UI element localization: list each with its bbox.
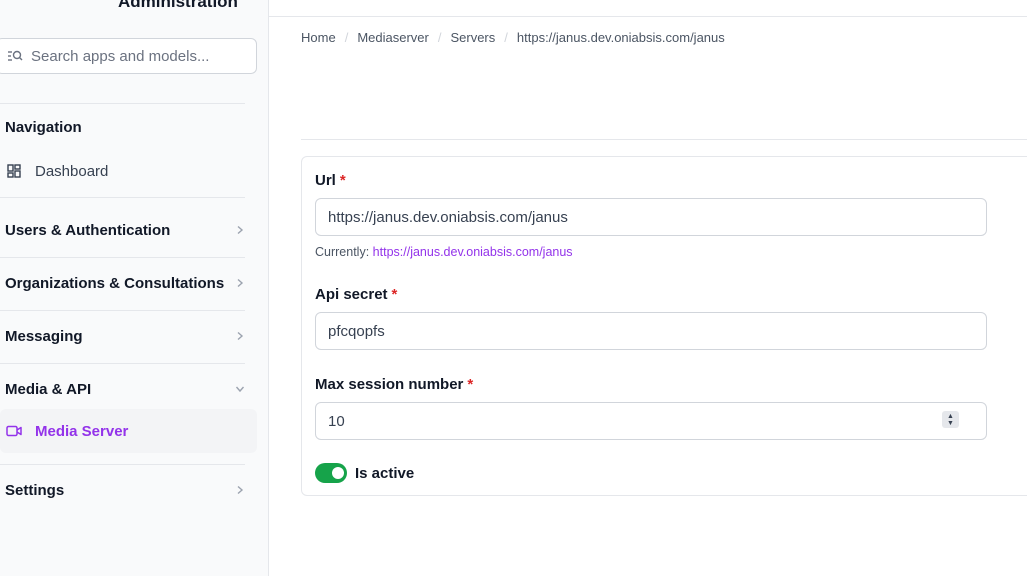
sidebar-item-label: Media Server <box>35 422 129 440</box>
breadcrumb-mediaserver[interactable]: Mediaserver <box>357 30 429 45</box>
url-label: Url * <box>315 172 346 189</box>
dashboard-grid-icon <box>7 164 21 178</box>
navigation-heading: Navigation <box>5 119 82 136</box>
sidebar-divider <box>0 197 245 198</box>
sidebar-item-media-server[interactable]: Media Server <box>0 409 257 453</box>
is-active-label: Is active <box>355 465 415 482</box>
app-title: Administration <box>118 0 238 11</box>
breadcrumb-separator: / <box>504 30 508 45</box>
number-stepper[interactable]: ▲ ▼ <box>942 411 959 428</box>
chevron-right-icon <box>237 485 244 495</box>
search-icon <box>8 50 23 61</box>
chevron-down-icon <box>235 386 245 393</box>
breadcrumb: Home / Mediaserver / Servers / https://j… <box>301 30 725 45</box>
stepper-down-icon[interactable]: ▼ <box>947 420 954 427</box>
sidebar-divider <box>0 310 245 311</box>
search-input[interactable] <box>31 46 246 66</box>
content-divider <box>301 139 1027 140</box>
max-session-label-text: Max session number <box>315 376 464 393</box>
sidebar-group-settings[interactable]: Settings <box>5 478 245 502</box>
sidebar-group-label: Messaging <box>5 327 83 345</box>
breadcrumb-current: https://janus.dev.oniabsis.com/janus <box>516 30 725 45</box>
required-mark: * <box>467 376 474 393</box>
sidebar-group-label: Settings <box>5 481 65 499</box>
server-form: Url* Currently: https://janus.dev.oniabs… <box>301 156 1027 496</box>
sidebar-item-dashboard[interactable]: Dashboard <box>0 149 257 193</box>
sidebar-group-users-authentication[interactable]: Users & Authentication <box>5 218 245 242</box>
breadcrumb-separator: / <box>437 30 442 45</box>
sidebar: Administration Navigation Dashboard User… <box>0 0 269 576</box>
stepper-up-icon[interactable]: ▲ <box>947 413 954 420</box>
chevron-right-icon <box>237 225 244 235</box>
max-session-label: Max session number * <box>315 376 473 393</box>
currently-prefix: Currently: <box>315 245 370 259</box>
sidebar-group-label: Users & Authentication <box>5 221 171 239</box>
sidebar-group-label: Organizations & Consultations <box>5 274 225 292</box>
url-field[interactable] <box>315 198 987 236</box>
breadcrumb-servers[interactable]: Servers <box>450 30 495 45</box>
max-session-field[interactable] <box>315 402 987 440</box>
breadcrumb-separator: / <box>344 30 349 45</box>
sidebar-group-media-api[interactable]: Media & API <box>5 377 245 401</box>
currently-link[interactable]: https://janus.dev.oniabsis.com/janus <box>373 245 573 259</box>
sidebar-divider <box>0 363 245 364</box>
sidebar-divider <box>0 464 245 465</box>
is-active-toggle[interactable] <box>315 463 347 483</box>
chevron-right-icon <box>237 278 244 288</box>
header-divider <box>269 16 1027 17</box>
toggle-knob <box>332 467 344 479</box>
chevron-right-icon <box>237 331 244 341</box>
required-mark: * <box>339 172 346 189</box>
main-content: Home / Mediaserver / Servers / https://j… <box>269 0 1027 576</box>
sidebar-item-label: Dashboard <box>35 162 109 180</box>
video-camera-icon <box>6 425 22 437</box>
api-secret-field[interactable] <box>315 312 987 350</box>
sidebar-group-messaging[interactable]: Messaging <box>5 324 245 348</box>
sidebar-group-organizations-consultations[interactable]: Organizations & Consultations <box>5 271 245 295</box>
sidebar-group-label: Media & API <box>5 380 92 398</box>
breadcrumb-home[interactable]: Home <box>301 30 336 45</box>
url-current-value: Currently: https://janus.dev.oniabsis.co… <box>315 245 573 259</box>
search-box[interactable] <box>0 38 257 74</box>
required-mark: * <box>391 286 398 303</box>
sidebar-divider <box>0 103 245 104</box>
sidebar-divider <box>0 257 245 258</box>
api-secret-label-text: Api secret <box>315 286 388 303</box>
api-secret-label: Api secret * <box>315 286 397 303</box>
url-label-text: Url <box>315 172 336 189</box>
